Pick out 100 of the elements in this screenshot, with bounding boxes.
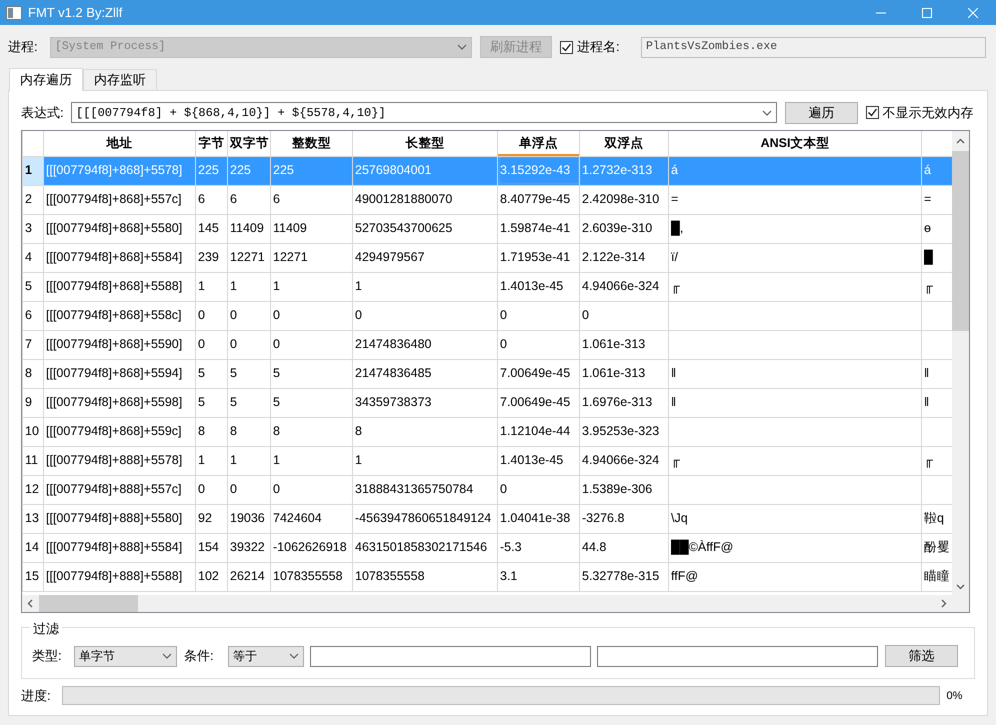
table-cell: 6 bbox=[196, 185, 228, 214]
type-dropdown[interactable]: 单字节 bbox=[74, 646, 177, 666]
table-cell: 12271 bbox=[228, 243, 270, 272]
table-cell: 5 bbox=[228, 388, 270, 417]
table-cell: 154 bbox=[196, 533, 228, 562]
process-label: 进程: bbox=[8, 38, 39, 56]
table-cell: 225 bbox=[196, 156, 228, 185]
row-number[interactable]: 2 bbox=[22, 185, 44, 214]
row-number[interactable]: 6 bbox=[22, 301, 44, 330]
checkbox-label: 进程名: bbox=[577, 38, 621, 56]
row-number[interactable]: 14 bbox=[22, 533, 44, 562]
maximize-icon[interactable] bbox=[922, 8, 932, 18]
table-cell: 2.6039e-310 bbox=[580, 214, 668, 243]
progress-reading: 0% bbox=[946, 688, 962, 704]
column-header[interactable]: ANSI文本型 bbox=[668, 131, 922, 156]
column-header[interactable]: 单浮点 bbox=[498, 131, 580, 156]
row-number[interactable]: 10 bbox=[22, 417, 44, 446]
process-name-field[interactable]: PlantsVsZombies.exe bbox=[641, 36, 986, 58]
table-cell: [[[007794f8]+888]+5584] bbox=[44, 533, 196, 562]
filter-button[interactable]: 筛选 bbox=[885, 645, 958, 667]
table-cell: 0 bbox=[270, 475, 352, 504]
row-number[interactable]: 12 bbox=[22, 475, 44, 504]
table-cell: 102 bbox=[196, 562, 228, 591]
table-cell: 1.12104e-44 bbox=[498, 417, 580, 446]
table-cell: 34359738373 bbox=[352, 388, 498, 417]
table-cell: [[[007794f8]+868]+5584] bbox=[44, 243, 196, 272]
input-field[interactable] bbox=[597, 646, 878, 666]
table-cell: 4.94066e-324 bbox=[580, 272, 668, 301]
checkbox[interactable] bbox=[866, 106, 879, 119]
table-cell: 31888431365750784 bbox=[352, 475, 498, 504]
table-cell: 1078355558 bbox=[352, 562, 498, 591]
row-number[interactable]: 7 bbox=[22, 330, 44, 359]
horizontal-scrollbar[interactable] bbox=[22, 595, 952, 612]
table-cell: -5.3 bbox=[498, 533, 580, 562]
table-cell: 3.15292e-43 bbox=[498, 156, 580, 185]
scrollbar-thumb[interactable] bbox=[39, 595, 138, 612]
table-cell: 26214 bbox=[228, 562, 270, 591]
table-cell: 145 bbox=[196, 214, 228, 243]
table-cell: 1.4013e-45 bbox=[498, 446, 580, 475]
tab[interactable]: 内存遍历 bbox=[9, 68, 83, 91]
row-number[interactable]: 5 bbox=[22, 272, 44, 301]
table-cell: -1062626918 bbox=[270, 533, 352, 562]
progress-label: 进度: bbox=[21, 687, 52, 705]
table-cell: [[[007794f8]+868]+5588] bbox=[44, 272, 196, 301]
column-header[interactable]: 长整型 bbox=[352, 131, 498, 156]
table-cell: \Jq bbox=[668, 504, 922, 533]
table-cell: [[[007794f8]+868]+5580] bbox=[44, 214, 196, 243]
condition-label: 条件: bbox=[184, 647, 215, 666]
expression-dropdown[interactable]: [[[007794f8] + ${868,4,10}] + ${5578,4,10}] bbox=[71, 102, 777, 123]
vertical-scrollbar[interactable] bbox=[952, 131, 969, 595]
table-cell: 3.1 bbox=[498, 562, 580, 591]
table-cell: 1.2732e-313 bbox=[580, 156, 668, 185]
row-number[interactable]: 13 bbox=[22, 504, 44, 533]
row-number[interactable]: 9 bbox=[22, 388, 44, 417]
table-cell: 21474836480 bbox=[352, 330, 498, 359]
table-cell: 0 bbox=[228, 330, 270, 359]
table-cell: 92 bbox=[196, 504, 228, 533]
close-icon[interactable] bbox=[968, 8, 978, 18]
row-number[interactable]: 1 bbox=[22, 156, 44, 185]
table-cell: 8 bbox=[228, 417, 270, 446]
column-header[interactable]: 字节 bbox=[196, 131, 228, 156]
table-cell: á bbox=[668, 156, 922, 185]
traverse-button[interactable]: 遍历 bbox=[785, 102, 858, 124]
table-cell: 0 bbox=[196, 330, 228, 359]
row-number[interactable]: 15 bbox=[22, 562, 44, 591]
table-cell: 6 bbox=[270, 185, 352, 214]
condition-dropdown[interactable]: 等于 bbox=[228, 646, 304, 666]
checkbox-label: 不显示无效内存 bbox=[882, 104, 974, 122]
table-cell: 1.59874e-41 bbox=[498, 214, 580, 243]
table-cell: 7.00649e-45 bbox=[498, 388, 580, 417]
table-cell: 5 bbox=[270, 388, 352, 417]
row-number[interactable]: 11 bbox=[22, 446, 44, 475]
input-field[interactable] bbox=[310, 646, 591, 666]
table-cell: 11409 bbox=[270, 214, 352, 243]
column-header[interactable]: 整数型 bbox=[270, 131, 352, 156]
table-cell: 225 bbox=[270, 156, 352, 185]
table-cell: 6 bbox=[228, 185, 270, 214]
table-cell: 0 bbox=[498, 301, 580, 330]
tab[interactable]: 内存监听 bbox=[83, 69, 157, 90]
table-cell: 1 bbox=[228, 272, 270, 301]
column-header[interactable]: 双字节 bbox=[228, 131, 270, 156]
column-header[interactable]: 地址 bbox=[44, 131, 196, 156]
table-cell: 3.95253e-323 bbox=[580, 417, 668, 446]
scrollbar-thumb[interactable] bbox=[952, 150, 969, 330]
table-cell: -4563947860651849124 bbox=[352, 504, 498, 533]
checkbox[interactable] bbox=[560, 40, 573, 54]
table-cell: 5 bbox=[196, 359, 228, 388]
table-cell: -3276.8 bbox=[580, 504, 668, 533]
table-cell: [[[007794f8]+888]+5580] bbox=[44, 504, 196, 533]
table-cell: 1.4013e-45 bbox=[498, 272, 580, 301]
table-cell: 25769804001 bbox=[352, 156, 498, 185]
table-cell: ‖ bbox=[668, 388, 922, 417]
table-cell: [[[007794f8]+868]+558c] bbox=[44, 301, 196, 330]
row-number[interactable]: 4 bbox=[22, 243, 44, 272]
table-cell: 225 bbox=[228, 156, 270, 185]
window-title: FMT v1.2 By:Zllf bbox=[28, 4, 122, 22]
table-cell: 2.42098e-310 bbox=[580, 185, 668, 214]
row-number[interactable]: 3 bbox=[22, 214, 44, 243]
column-header[interactable]: 双浮点 bbox=[580, 131, 668, 156]
row-number[interactable]: 8 bbox=[22, 359, 44, 388]
